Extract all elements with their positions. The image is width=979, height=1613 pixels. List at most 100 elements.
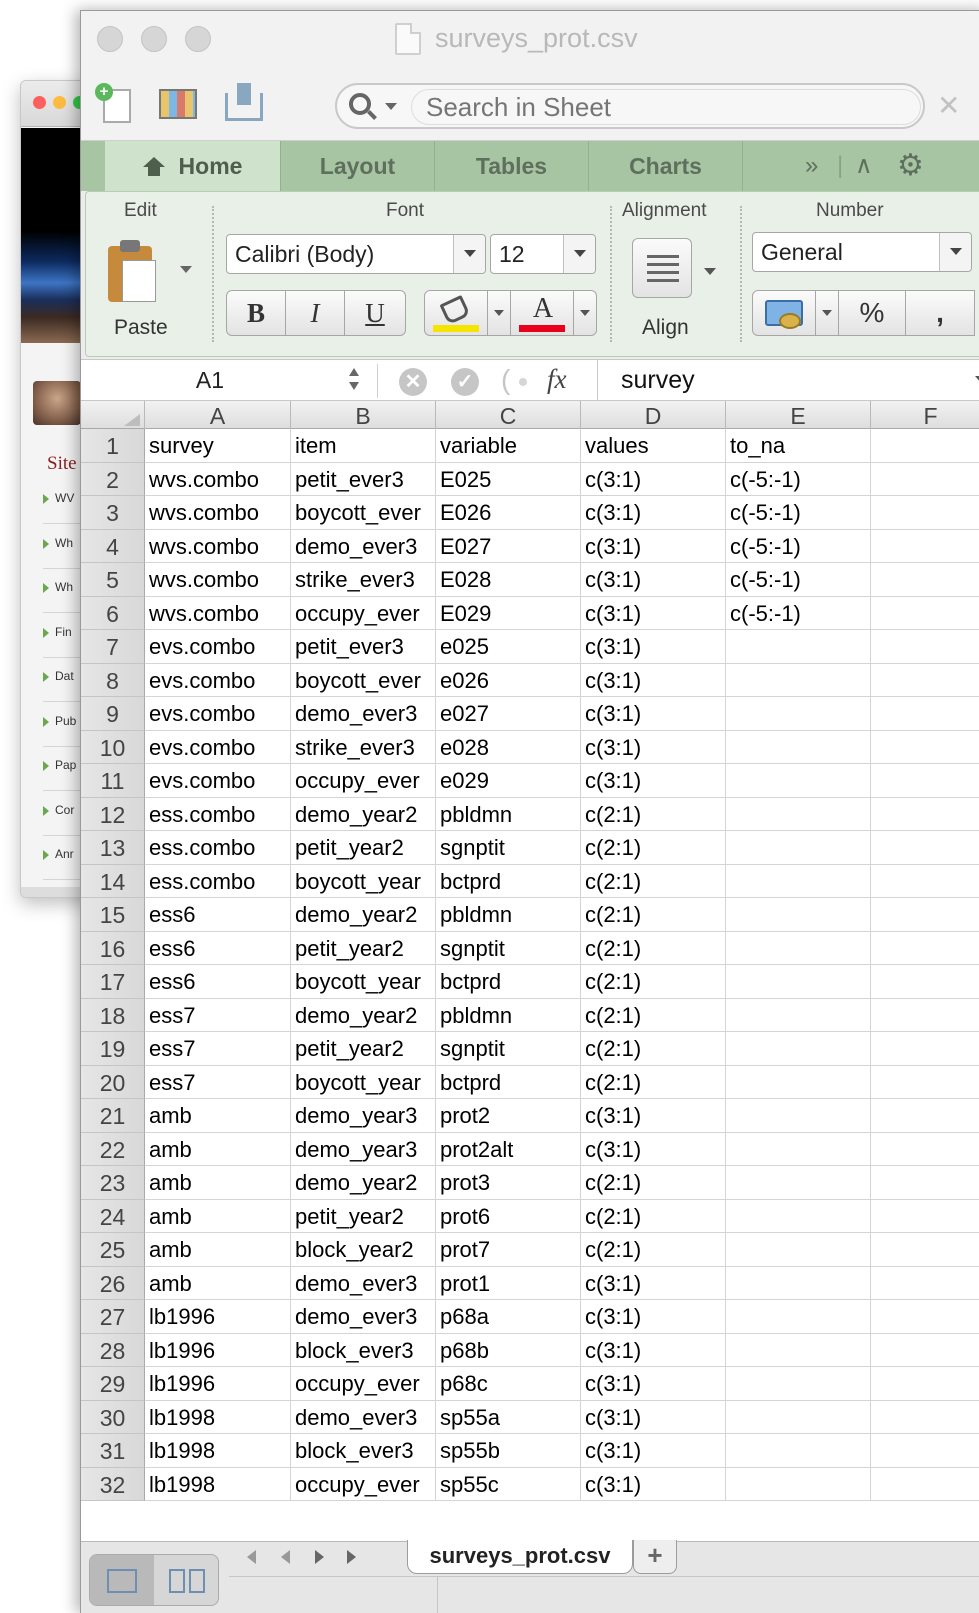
row-header[interactable]: 17 <box>81 965 145 999</box>
bg-close-light[interactable] <box>33 96 46 109</box>
cell[interactable] <box>871 463 979 496</box>
bold-button[interactable]: B <box>226 290 286 336</box>
cell[interactable]: e025 <box>436 630 581 664</box>
cell[interactable]: evs.combo <box>145 663 291 697</box>
cell[interactable] <box>871 630 979 664</box>
fill-color-dropdown[interactable] <box>487 290 511 336</box>
comma-style-button[interactable]: , <box>905 290 975 336</box>
cell[interactable] <box>726 630 871 664</box>
cell[interactable]: c(2:1) <box>581 898 726 932</box>
cell[interactable]: ess6 <box>145 931 291 965</box>
cell[interactable]: sgnptit <box>436 1032 581 1066</box>
row-header[interactable]: 31 <box>81 1434 145 1468</box>
close-light[interactable] <box>97 26 123 52</box>
cell[interactable]: pbldmn <box>436 998 581 1032</box>
new-workbook-icon[interactable]: + <box>95 83 139 123</box>
tab-home[interactable]: Home <box>105 141 281 191</box>
cell[interactable]: sp55a <box>436 1400 581 1434</box>
row-header[interactable]: 32 <box>81 1467 145 1501</box>
column-header-c[interactable]: C <box>436 401 581 429</box>
chevron-down-icon[interactable] <box>563 235 595 273</box>
cell[interactable] <box>871 597 979 630</box>
row-header[interactable]: 30 <box>81 1400 145 1434</box>
cell[interactable] <box>726 998 871 1032</box>
cell[interactable]: E026 <box>436 496 581 530</box>
cell[interactable]: wvs.combo <box>145 596 291 630</box>
cell[interactable]: item <box>291 429 436 463</box>
column-header-f[interactable]: F <box>871 401 979 429</box>
font-color-dropdown[interactable] <box>573 290 597 336</box>
cell[interactable]: wvs.combo <box>145 462 291 496</box>
cell[interactable]: sgnptit <box>436 931 581 965</box>
row-header[interactable]: 2 <box>81 462 145 496</box>
cell[interactable] <box>726 931 871 965</box>
cell[interactable]: lb1996 <box>145 1300 291 1334</box>
cell[interactable]: e027 <box>436 697 581 731</box>
cell[interactable]: prot1 <box>436 1266 581 1300</box>
cell[interactable]: e026 <box>436 663 581 697</box>
row-header[interactable]: 4 <box>81 529 145 563</box>
cell[interactable]: values <box>581 429 726 463</box>
cell[interactable]: wvs.combo <box>145 563 291 597</box>
italic-button[interactable]: I <box>285 290 345 336</box>
row-header[interactable]: 10 <box>81 730 145 764</box>
cell[interactable] <box>726 1367 871 1401</box>
row-header[interactable]: 18 <box>81 998 145 1032</box>
minimize-light[interactable] <box>141 26 167 52</box>
cell[interactable]: c(3:1) <box>581 462 726 496</box>
name-box-stepper-icon[interactable] <box>347 368 361 392</box>
cell[interactable]: c(2:1) <box>581 965 726 999</box>
cell[interactable]: strike_ever3 <box>291 563 436 597</box>
select-all-corner[interactable] <box>81 401 145 429</box>
tab-charts[interactable]: Charts <box>589 141 743 191</box>
cell[interactable]: boycott_year <box>291 965 436 999</box>
row-header[interactable]: 3 <box>81 496 145 530</box>
cell[interactable]: occupy_ever <box>291 1367 436 1401</box>
cell[interactable] <box>871 1200 979 1233</box>
cell[interactable] <box>871 898 979 932</box>
cell[interactable] <box>726 697 871 731</box>
cell[interactable]: wvs.combo <box>145 496 291 530</box>
cell[interactable]: c(2:1) <box>581 1065 726 1099</box>
column-header-e[interactable]: E <box>726 401 871 429</box>
cell[interactable]: demo_ever3 <box>291 697 436 731</box>
cell[interactable]: c(3:1) <box>581 1266 726 1300</box>
cell[interactable]: c(2:1) <box>581 1233 726 1267</box>
cell[interactable]: c(3:1) <box>581 1132 726 1166</box>
cell[interactable] <box>726 1032 871 1066</box>
cell[interactable]: prot7 <box>436 1233 581 1267</box>
fill-color-button[interactable] <box>424 290 488 336</box>
cancel-icon[interactable]: ✕ <box>399 368 427 396</box>
cell[interactable]: sp55b <box>436 1434 581 1468</box>
cell[interactable]: evs.combo <box>145 764 291 798</box>
cell[interactable]: sp55c <box>436 1467 581 1501</box>
import-icon[interactable] <box>221 83 265 123</box>
cell[interactable]: lb1998 <box>145 1467 291 1501</box>
cell[interactable]: c(2:1) <box>581 831 726 865</box>
cell[interactable] <box>871 865 979 898</box>
column-header-a[interactable]: A <box>145 401 291 429</box>
cell[interactable]: c(3:1) <box>581 1400 726 1434</box>
next-sheet-icon[interactable] <box>315 1550 324 1564</box>
row-header[interactable]: 12 <box>81 797 145 831</box>
cell[interactable] <box>871 664 979 697</box>
cell[interactable]: pbldmn <box>436 898 581 932</box>
cell[interactable]: petit_ever3 <box>291 630 436 664</box>
cell[interactable] <box>726 764 871 798</box>
cell[interactable]: wvs.combo <box>145 529 291 563</box>
cell[interactable]: bctprd <box>436 965 581 999</box>
row-header[interactable]: 21 <box>81 1099 145 1133</box>
cell[interactable]: c(3:1) <box>581 563 726 597</box>
cell[interactable]: amb <box>145 1199 291 1233</box>
cell[interactable] <box>871 1300 979 1334</box>
align-dropdown-icon[interactable] <box>704 268 716 275</box>
collapse-ribbon-icon[interactable]: ∧ <box>855 141 873 191</box>
underline-button[interactable]: U <box>344 290 406 336</box>
name-box[interactable]: A1 <box>81 360 339 400</box>
insert-function-icon[interactable]: (fx <box>501 364 585 396</box>
row-header[interactable]: 8 <box>81 663 145 697</box>
row-header[interactable]: 13 <box>81 831 145 865</box>
more-tabs-icon[interactable]: » <box>805 141 818 191</box>
cell[interactable]: block_ever3 <box>291 1333 436 1367</box>
row-header[interactable]: 15 <box>81 898 145 932</box>
